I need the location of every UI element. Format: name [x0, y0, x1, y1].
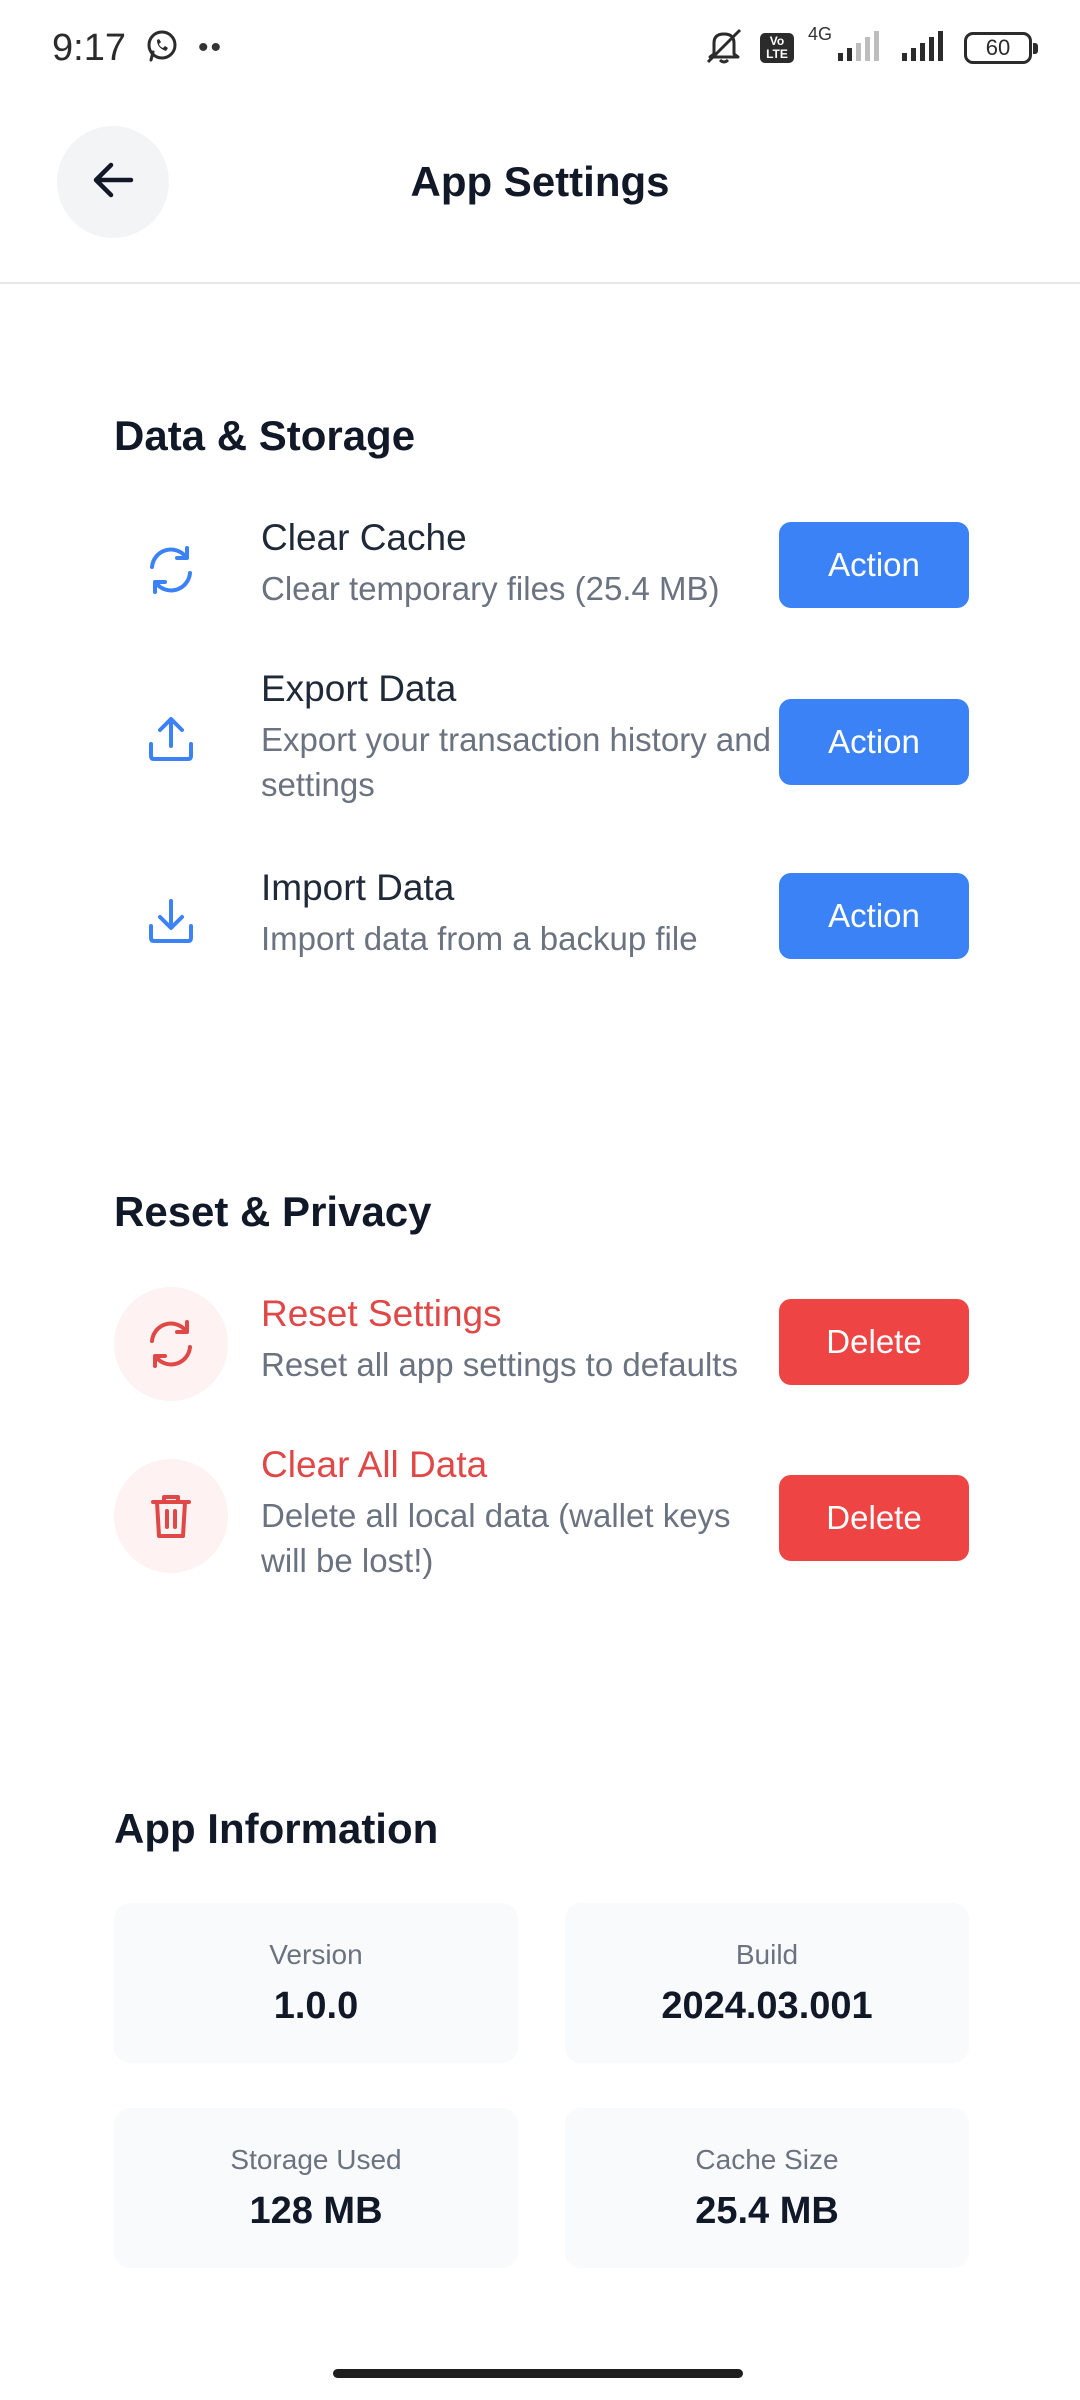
clear-cache-action-button[interactable]: Action	[779, 522, 969, 608]
mute-icon	[702, 26, 746, 71]
info-value: 2024.03.001	[661, 1985, 873, 2027]
trash-icon	[114, 1459, 228, 1573]
info-label: Cache Size	[695, 2144, 839, 2175]
import-data-action-button[interactable]: Action	[779, 873, 969, 959]
setting-text: Clear Cache Clear temporary files (25.4 …	[261, 514, 781, 611]
reset-settings-delete-button[interactable]: Delete	[779, 1299, 969, 1385]
status-bar: 9:17 •• Vo LTE 4G 60	[0, 0, 1080, 96]
home-indicator[interactable]	[333, 2369, 743, 2378]
info-card-cache-size: Cache Size 25.4 MB	[565, 2108, 969, 2268]
setting-text: Import Data Import data from a backup fi…	[261, 864, 781, 961]
setting-description: Export your transaction history and sett…	[261, 721, 771, 803]
setting-row-reset-settings: Reset Settings Reset all app settings to…	[114, 1287, 969, 1410]
setting-title: Import Data	[261, 867, 455, 908]
setting-title: Clear Cache	[261, 517, 467, 558]
info-value: 1.0.0	[273, 1985, 359, 2027]
volte-badge: Vo LTE	[759, 33, 794, 63]
network-type: 4G	[807, 23, 832, 44]
info-card-storage-used: Storage Used 128 MB	[114, 2108, 518, 2268]
info-card-version: Version 1.0.0	[114, 1903, 518, 2063]
battery-icon: 60	[964, 32, 1038, 64]
setting-title: Clear All Data	[261, 1444, 488, 1485]
info-label: Version	[269, 1939, 363, 1970]
setting-description: Reset all app settings to defaults	[261, 1346, 738, 1383]
info-value: 128 MB	[249, 2190, 383, 2232]
setting-text: Reset Settings Reset all app settings to…	[261, 1290, 821, 1387]
download-icon	[114, 864, 228, 978]
info-value: 25.4 MB	[695, 2190, 839, 2232]
setting-row-import-data: Import Data Import data from a backup fi…	[114, 864, 969, 984]
app-header: App Settings	[0, 96, 1080, 284]
status-right: Vo LTE 4G 60	[702, 23, 1038, 71]
setting-description: Delete all local data (wallet keys will …	[261, 1497, 731, 1579]
info-label: Storage Used	[230, 2144, 402, 2175]
setting-row-clear-cache: Clear Cache Clear temporary files (25.4 …	[114, 514, 969, 634]
setting-title: Reset Settings	[261, 1293, 502, 1334]
refresh-icon	[114, 513, 228, 627]
upload-icon	[114, 682, 228, 796]
refresh-icon	[114, 1287, 228, 1401]
battery-level: 60	[985, 35, 1011, 60]
status-dots: ••	[197, 31, 223, 64]
info-label: Build	[735, 1939, 799, 1970]
setting-row-export-data: Export Data Export your transaction hist…	[114, 665, 969, 825]
signal-icon-sim1	[836, 29, 886, 68]
setting-text: Clear All Data Delete all local data (wa…	[261, 1441, 781, 1583]
clear-all-data-delete-button[interactable]: Delete	[779, 1475, 969, 1561]
setting-description: Import data from a backup file	[261, 920, 698, 957]
signal-icon-sim2	[900, 29, 950, 68]
section-title-reset-privacy: Reset & Privacy	[114, 1188, 432, 1235]
setting-title: Export Data	[261, 668, 457, 709]
section-title-data-storage: Data & Storage	[114, 412, 416, 459]
status-time: 9:17	[52, 26, 126, 69]
setting-text: Export Data Export your transaction hist…	[261, 665, 781, 807]
whatsapp-icon	[144, 28, 180, 69]
section-title-app-information: App Information	[114, 1805, 439, 1852]
page-title: App Settings	[410, 158, 670, 205]
info-card-build: Build 2024.03.001	[565, 1903, 969, 2063]
export-data-action-button[interactable]: Action	[779, 699, 969, 785]
setting-description: Clear temporary files (25.4 MB)	[261, 570, 720, 607]
setting-row-clear-all-data: Clear All Data Delete all local data (wa…	[114, 1441, 969, 1601]
status-left: 9:17 ••	[52, 27, 223, 70]
